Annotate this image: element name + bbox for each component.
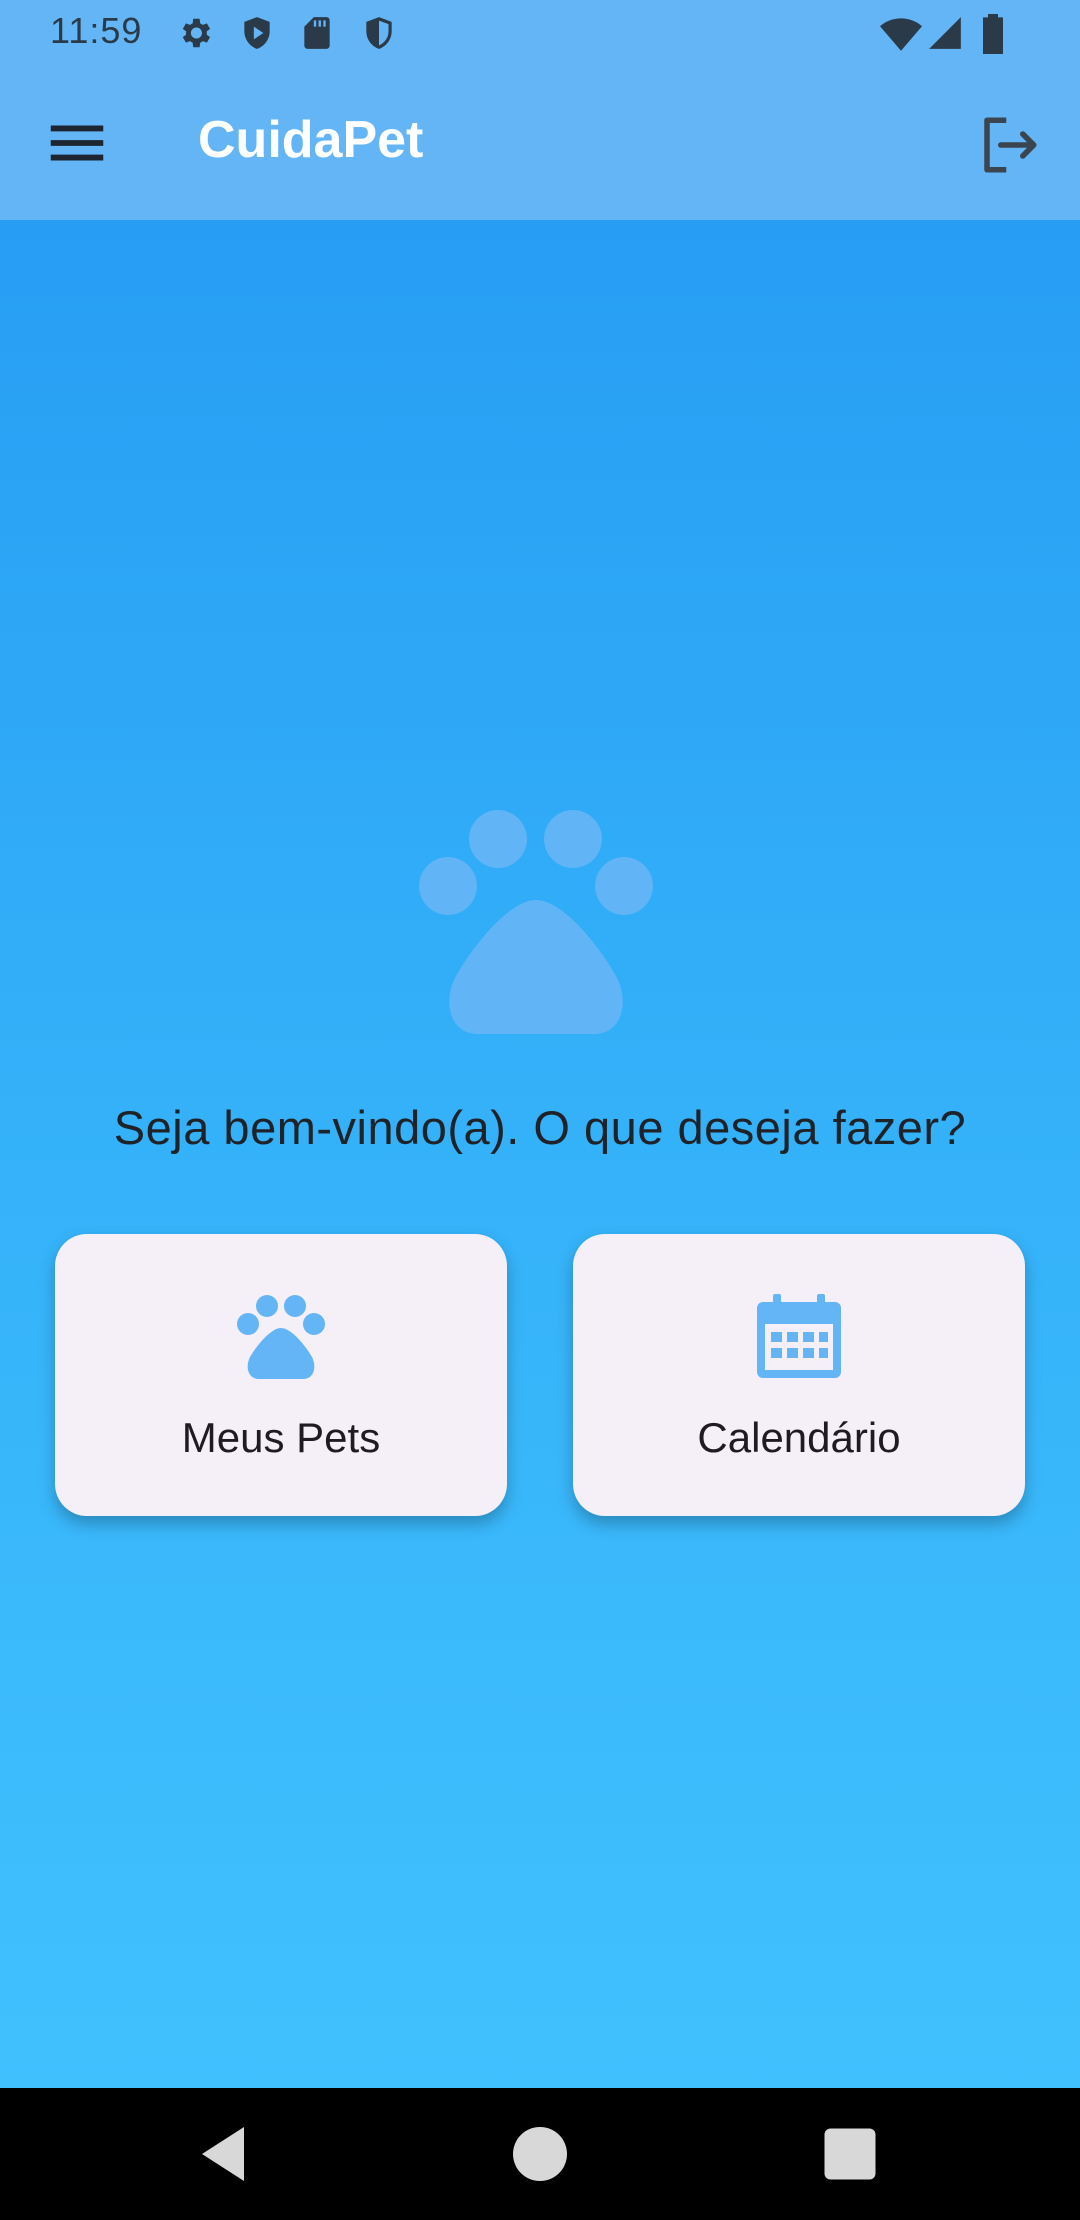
sd-card-icon (298, 14, 336, 52)
app-title: CuidaPet (198, 111, 424, 169)
recents-button[interactable] (814, 2118, 886, 2190)
welcome-text: Seja bem-vindo(a). O que deseja fazer? (113, 1101, 967, 1154)
meus-pets-card[interactable]: Meus Pets (55, 1234, 507, 1516)
logout-button[interactable] (976, 112, 1042, 178)
paw-icon (235, 1290, 327, 1382)
app-bar: CuidaPet (0, 66, 1080, 220)
home-screen: 11:59 CuidaPet Seja bem-vindo(a). O que … (0, 0, 1080, 2220)
card-label: Calendário (697, 1414, 901, 1461)
calendario-card[interactable]: Calendário (573, 1234, 1025, 1516)
status-bar: 11:59 (0, 0, 1080, 66)
calendar-icon (753, 1290, 845, 1382)
card-label: Meus Pets (181, 1414, 381, 1461)
battery-icon (976, 14, 1010, 54)
wifi-icon (880, 14, 922, 56)
gear-icon (176, 14, 214, 52)
home-icon (513, 2127, 567, 2181)
signal-icon (926, 14, 964, 52)
hero-paw-icon (418, 806, 658, 1036)
menu-button[interactable] (42, 108, 112, 178)
navigation-bar (0, 2088, 1080, 2220)
shield-icon (360, 14, 398, 52)
menu-icon (50, 125, 104, 161)
back-icon (202, 2127, 244, 2181)
recents-icon (824, 2128, 876, 2180)
status-time: 11:59 (50, 10, 143, 51)
play-shield-icon (238, 14, 276, 52)
logout-icon (984, 117, 1037, 173)
back-button[interactable] (190, 2118, 262, 2190)
home-button[interactable] (504, 2118, 576, 2190)
